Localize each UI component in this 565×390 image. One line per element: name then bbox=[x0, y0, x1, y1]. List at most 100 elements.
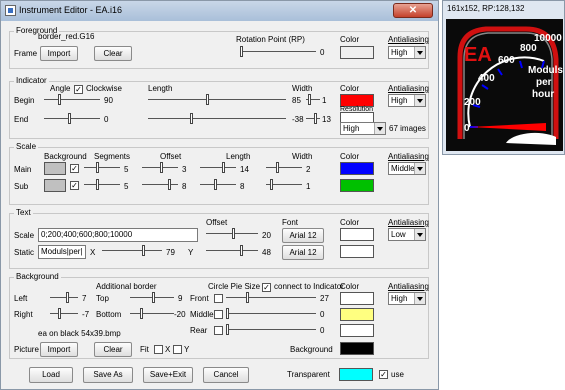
editor-client-area: Foreground border_red.G16 Frame Import C… bbox=[5, 23, 434, 387]
transparent-label: Transparent bbox=[287, 370, 330, 379]
gauge-tick-label-400: 400 bbox=[478, 73, 495, 84]
middle-color-swatch[interactable] bbox=[340, 308, 374, 321]
end-length-slider[interactable] bbox=[148, 112, 286, 126]
begin-length-value: 85 bbox=[292, 96, 301, 105]
main-color-swatch[interactable] bbox=[340, 162, 374, 175]
end-width-slider[interactable] bbox=[306, 112, 320, 126]
rear-slider[interactable] bbox=[226, 323, 316, 337]
sub-background-swatch[interactable] bbox=[44, 179, 66, 192]
background-color-caption: Background bbox=[290, 345, 333, 354]
foreground-antialiasing-value: High bbox=[391, 48, 408, 57]
use-transparent-checkbox[interactable]: ✓ bbox=[379, 370, 388, 379]
scale-antialiasing-select[interactable]: Middle bbox=[388, 162, 426, 175]
app-icon bbox=[5, 5, 16, 16]
close-button[interactable]: ✕ bbox=[393, 3, 433, 18]
transparent-color-swatch[interactable] bbox=[339, 368, 373, 381]
background-color-swatch[interactable] bbox=[340, 342, 374, 355]
top-label: Top bbox=[96, 294, 109, 303]
text-antialiasing-select[interactable]: Low bbox=[388, 228, 426, 241]
frame-clear-button[interactable]: Clear bbox=[94, 46, 132, 61]
sub-color-swatch[interactable] bbox=[340, 179, 374, 192]
background-antialiasing-label: Antialiasing bbox=[388, 282, 429, 291]
resolution-value: High bbox=[343, 124, 360, 133]
background-antialiasing-select[interactable]: High bbox=[388, 292, 426, 305]
save-exit-button[interactable]: Save+Exit bbox=[143, 367, 193, 383]
window-title: Instrument Editor - EA.i16 bbox=[19, 5, 123, 15]
main-background-swatch[interactable] bbox=[44, 162, 66, 175]
left-slider[interactable] bbox=[50, 291, 78, 305]
foreground-antialiasing-select[interactable]: High bbox=[388, 46, 426, 59]
main-background-checkbox[interactable]: ✓ bbox=[70, 164, 79, 173]
scale-font-button[interactable]: Arial 12 bbox=[282, 228, 324, 243]
middle-slider[interactable] bbox=[226, 307, 316, 321]
title-bar[interactable]: Instrument Editor - EA.i16 ✕ bbox=[1, 1, 438, 21]
rear-color-swatch[interactable] bbox=[340, 324, 374, 337]
preview-window: 161x152, RP:128,132 EA 600 800 10000 400… bbox=[442, 0, 565, 155]
scale-text-input[interactable]: 0;200;400;600;800;10000 bbox=[38, 228, 198, 242]
front-checkbox[interactable] bbox=[214, 294, 223, 303]
top-slider[interactable] bbox=[130, 291, 174, 305]
bottom-slider[interactable] bbox=[130, 307, 174, 321]
middle-checkbox[interactable] bbox=[214, 310, 223, 319]
sub-background-checkbox[interactable]: ✓ bbox=[70, 181, 79, 190]
static-x-slider[interactable] bbox=[102, 244, 162, 258]
use-label: use bbox=[391, 370, 404, 379]
rear-checkbox[interactable] bbox=[214, 326, 223, 335]
static-text-label: Static bbox=[14, 248, 35, 257]
sub-width-value: 1 bbox=[306, 182, 311, 191]
sub-offset-value: 8 bbox=[182, 182, 187, 191]
static-text-color-swatch[interactable] bbox=[340, 245, 374, 258]
main-segments-slider[interactable] bbox=[84, 161, 120, 175]
picture-clear-button[interactable]: Clear bbox=[94, 342, 132, 357]
sub-width-slider[interactable] bbox=[266, 178, 302, 192]
images-count: 67 images bbox=[389, 124, 426, 133]
cancel-button[interactable]: Cancel bbox=[203, 367, 249, 383]
main-offset-value: 3 bbox=[182, 165, 187, 174]
text-legend: Text bbox=[14, 208, 33, 217]
gauge-static-line-2: per bbox=[536, 77, 552, 88]
sub-segments-value: 5 bbox=[124, 182, 129, 191]
sub-offset-slider[interactable] bbox=[142, 178, 178, 192]
sub-segments-slider[interactable] bbox=[84, 178, 120, 192]
fit-label: Fit bbox=[140, 345, 149, 354]
sub-length-value: 8 bbox=[240, 182, 245, 191]
gauge-static-line-3: hour bbox=[532, 89, 554, 100]
scale-text-label: Scale bbox=[14, 231, 35, 240]
frame-import-button[interactable]: Import bbox=[40, 46, 78, 61]
begin-width-slider[interactable] bbox=[306, 93, 320, 107]
save-as-button[interactable]: Save As bbox=[83, 367, 133, 383]
indicator-antialiasing-select[interactable]: High bbox=[388, 94, 426, 107]
chevron-down-icon bbox=[414, 229, 425, 240]
sub-length-slider[interactable] bbox=[200, 178, 236, 192]
main-length-slider[interactable] bbox=[200, 161, 236, 175]
rotation-point-slider[interactable] bbox=[240, 45, 316, 59]
front-color-swatch[interactable] bbox=[340, 292, 374, 305]
rear-value: 0 bbox=[320, 326, 325, 335]
end-angle-slider[interactable] bbox=[44, 112, 100, 126]
begin-length-slider[interactable] bbox=[148, 93, 286, 107]
scale-text-offset-slider[interactable] bbox=[206, 227, 258, 241]
scale-text-color-swatch[interactable] bbox=[340, 228, 374, 241]
foreground-antialiasing-label: Antialiasing bbox=[388, 35, 429, 44]
main-offset-slider[interactable] bbox=[142, 161, 178, 175]
background-color-label: Color bbox=[340, 282, 360, 291]
load-button[interactable]: Load bbox=[29, 367, 73, 383]
front-slider[interactable] bbox=[226, 291, 316, 305]
text-color-label: Color bbox=[340, 218, 360, 227]
picture-import-button[interactable]: Import bbox=[40, 342, 78, 357]
static-text-input[interactable]: Moduls|per| bbox=[38, 245, 86, 259]
fit-checkbox[interactable] bbox=[154, 345, 163, 354]
fit-x-label: X bbox=[165, 345, 171, 354]
foreground-color-swatch[interactable] bbox=[340, 46, 374, 59]
indicator-color-label: Color bbox=[340, 84, 360, 93]
begin-angle-slider[interactable] bbox=[44, 93, 100, 107]
static-y-slider[interactable] bbox=[206, 244, 258, 258]
static-font-button[interactable]: Arial 12 bbox=[282, 245, 324, 260]
main-width-slider[interactable] bbox=[266, 161, 302, 175]
right-slider[interactable] bbox=[50, 307, 78, 321]
fit-x-checkbox[interactable] bbox=[173, 345, 182, 354]
indicator-group: Indicator Angle ✓ Clockwise Length Width… bbox=[9, 76, 429, 139]
middle-value: 0 bbox=[320, 310, 325, 319]
gauge-tick-label-600: 600 bbox=[498, 55, 515, 66]
resolution-select[interactable]: High bbox=[340, 122, 386, 135]
